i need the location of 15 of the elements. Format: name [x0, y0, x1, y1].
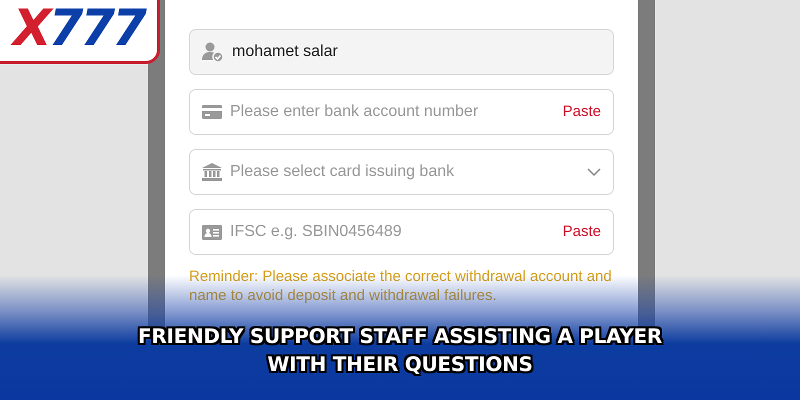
input-field[interactable]: IFSC e.g. SBIN0456489 Paste	[189, 209, 614, 255]
select-field[interactable]: Please select card issuing bank	[189, 149, 614, 195]
chevron-down-icon	[587, 168, 601, 176]
paste-link[interactable]: Paste	[562, 100, 601, 124]
input-field[interactable]: Please enter bank account number Paste	[189, 89, 614, 135]
id-card-icon	[202, 224, 222, 240]
paste-link[interactable]: Paste	[562, 220, 601, 244]
caption-text: WITH THEIR QUESTIONS	[267, 351, 533, 378]
user-check-icon	[202, 42, 224, 62]
reminder-text: Reminder: Please associate the correct withdrawal account and name to avoid deposit and withdrawal failures.	[189, 267, 613, 305]
bank-icon	[202, 163, 222, 181]
input-field[interactable]: mohamet salar	[189, 29, 614, 75]
caption-text: FRIENDLY SUPPORT STAFF ASSISTING A PLAYER	[138, 323, 662, 350]
card-icon	[202, 105, 222, 119]
logo-text: X777	[0, 0, 160, 64]
